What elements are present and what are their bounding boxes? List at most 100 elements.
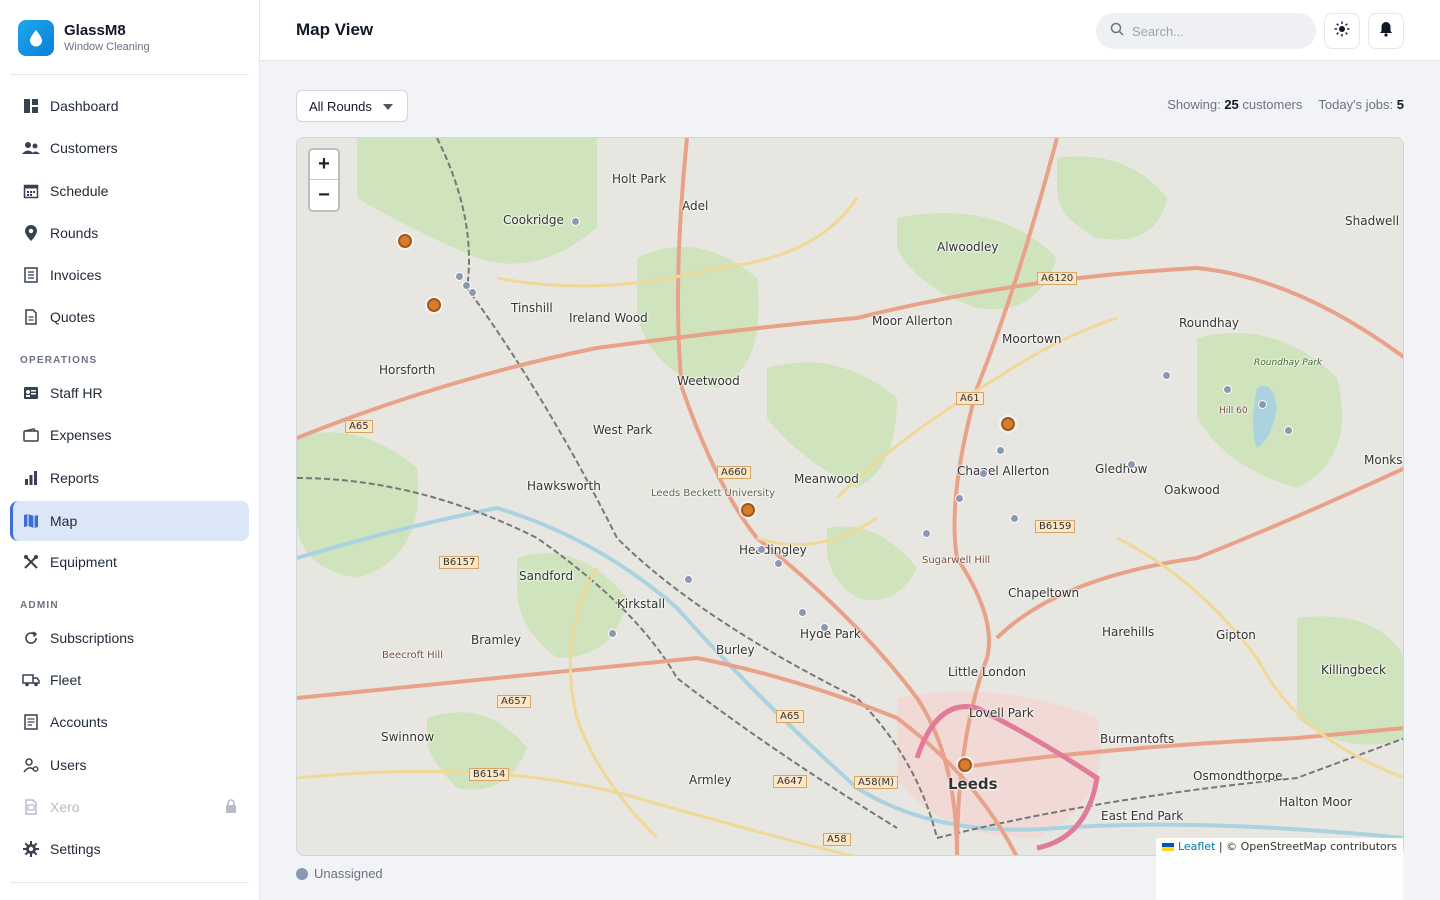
tools-icon (22, 553, 40, 571)
map-canvas[interactable]: Holt Park Adel Cookridge Alwoodley Shadw… (296, 137, 1404, 856)
road-label: A657 (497, 695, 531, 708)
map-label: Cookridge (503, 213, 564, 227)
map-label: Moor Allerton (872, 314, 953, 328)
nav-label: Staff HR (50, 385, 103, 401)
map-label: Roundhay (1179, 316, 1240, 330)
map-label: Leeds (948, 775, 998, 793)
map-attribution: Leaflet | © OpenStreetMap contributors (1156, 838, 1403, 900)
nav-customers[interactable]: Customers (10, 128, 249, 168)
customer-marker[interactable] (455, 272, 464, 281)
customer-marker[interactable] (774, 559, 783, 568)
zoom-out-button[interactable]: − (310, 180, 338, 210)
map-label: Roundhay Park (1254, 358, 1323, 368)
brand[interactable]: GlassM8 Window Cleaning (18, 20, 150, 56)
notifications-button[interactable] (1368, 13, 1404, 49)
map-label: Holt Park (612, 172, 667, 186)
customer-marker[interactable] (571, 217, 580, 226)
map-stats: Showing: 25 customers Today's jobs: 5 (1167, 97, 1404, 112)
nav-subscriptions[interactable]: Subscriptions (10, 618, 249, 658)
customer-marker[interactable] (757, 545, 766, 554)
page-title: Map View (296, 20, 374, 39)
customer-marker[interactable] (1284, 426, 1293, 435)
leaflet-link[interactable]: Leaflet (1178, 840, 1215, 853)
legend-label: Unassigned (314, 866, 383, 881)
customer-marker[interactable] (1162, 371, 1171, 380)
nav-settings[interactable]: Settings (10, 829, 249, 869)
chevron-down-icon (383, 104, 393, 110)
gear-icon (22, 840, 40, 858)
customer-marker[interactable] (1223, 385, 1232, 394)
nav-invoices[interactable]: Invoices (10, 255, 249, 295)
customer-marker[interactable] (798, 608, 807, 617)
id-card-icon (22, 384, 40, 402)
map-label: Beecroft Hill (382, 650, 443, 661)
sidebar: GlassM8 Window Cleaning Dashboard Custom… (0, 0, 260, 900)
customer-marker[interactable] (608, 629, 617, 638)
map-label: Harehills (1102, 625, 1155, 639)
ledger-icon (22, 713, 40, 731)
job-marker[interactable] (741, 503, 755, 517)
job-marker[interactable] (398, 234, 412, 248)
map-label: West Park (593, 423, 653, 437)
nav-rounds[interactable]: Rounds (10, 213, 249, 253)
map-label: Ireland Wood (569, 311, 648, 325)
nav-accounts[interactable]: Accounts (10, 702, 249, 742)
nav-reports[interactable]: Reports (10, 458, 249, 498)
road-label: A58(M) (854, 776, 898, 789)
customer-marker[interactable] (1258, 400, 1267, 409)
theme-toggle-button[interactable] (1324, 13, 1360, 49)
nav-equipment[interactable]: Equipment (10, 542, 249, 582)
search-input[interactable] (1132, 23, 1292, 39)
customer-marker[interactable] (1010, 514, 1019, 523)
job-marker[interactable] (427, 298, 441, 312)
customer-marker[interactable] (684, 575, 693, 584)
nav-fleet[interactable]: Fleet (10, 660, 249, 700)
nav-label: Dashboard (50, 98, 119, 114)
refresh-icon (22, 629, 40, 647)
nav-schedule[interactable]: Schedule (10, 171, 249, 211)
map-label: Killingbeck (1321, 663, 1386, 677)
road-label: A65 (345, 420, 373, 433)
nav-dashboard[interactable]: Dashboard (10, 86, 249, 126)
map-label: Hawksworth (527, 479, 601, 493)
calendar-icon (22, 182, 40, 200)
customer-marker[interactable] (922, 529, 931, 538)
sun-icon (1334, 21, 1350, 42)
truck-icon (22, 671, 40, 689)
search-icon (1110, 22, 1124, 41)
job-marker[interactable] (958, 758, 972, 772)
nav-label: Users (50, 757, 87, 773)
nav-xero: Xero (10, 787, 249, 827)
nav-label: Xero (50, 799, 80, 815)
map-label: Gledhow (1095, 462, 1148, 476)
nav-label: Equipment (50, 554, 117, 570)
search-box[interactable] (1096, 13, 1316, 49)
nav-quotes[interactable]: Quotes (10, 297, 249, 337)
map-label: Hill 60 (1219, 406, 1248, 416)
customer-marker[interactable] (820, 623, 829, 632)
nav-staff-hr[interactable]: Staff HR (10, 373, 249, 413)
map-label: Sugarwell Hill (922, 555, 991, 566)
nav-expenses[interactable]: Expenses (10, 415, 249, 455)
customer-marker[interactable] (979, 469, 988, 478)
customer-marker[interactable] (955, 494, 964, 503)
map-label: Lovell Park (969, 706, 1034, 720)
unassigned-dot-icon (296, 867, 308, 880)
nav-map[interactable]: Map (10, 501, 249, 541)
zoom-control: + − (308, 148, 340, 212)
customer-marker[interactable] (1127, 460, 1136, 469)
round-filter-select[interactable]: All Rounds (296, 90, 408, 122)
map-label: Headingley (739, 543, 807, 557)
nav-label: Accounts (50, 714, 108, 730)
zoom-in-button[interactable]: + (310, 150, 338, 180)
customer-marker[interactable] (996, 446, 1005, 455)
divider (10, 74, 249, 75)
invoice-icon (22, 266, 40, 284)
bar-chart-icon (22, 469, 40, 487)
nav-users[interactable]: Users (10, 745, 249, 785)
map-label: Moortown (1002, 332, 1062, 346)
job-marker[interactable] (1001, 417, 1015, 431)
map-label: Weetwood (677, 374, 740, 388)
map-label: Monks (1364, 453, 1403, 467)
customer-marker[interactable] (468, 288, 477, 297)
